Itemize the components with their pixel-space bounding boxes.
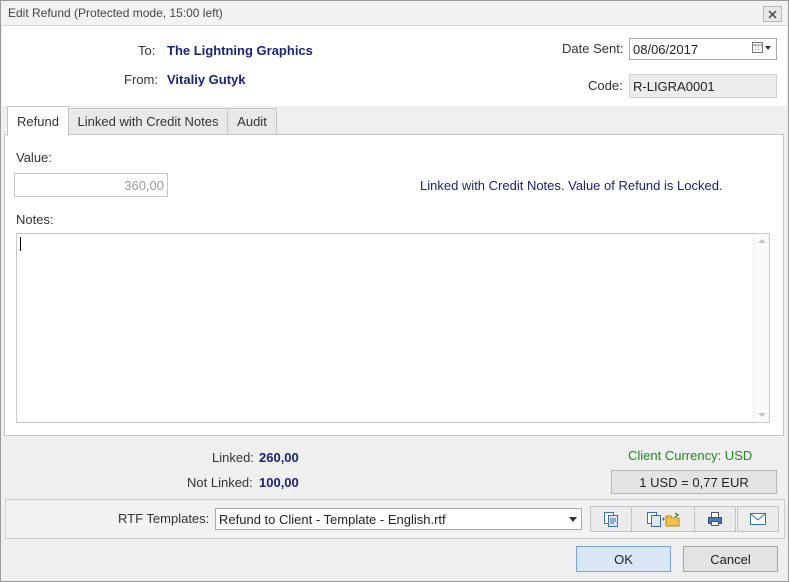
notes-scrollbar[interactable]	[753, 234, 769, 422]
printer-icon	[708, 512, 722, 526]
code-field: R-LIGRA0001	[629, 74, 777, 98]
not-linked-label: Not Linked:	[187, 475, 253, 490]
rtf-template-select[interactable]: Refund to Client - Template - English.rt…	[215, 508, 582, 530]
tab-refund[interactable]: Refund	[7, 106, 69, 136]
title-bar[interactable]: Edit Refund (Protected mode, 15:00 left)	[1, 1, 788, 26]
window-title: Edit Refund (Protected mode, 15:00 left)	[8, 6, 223, 20]
copy-document-icon	[604, 512, 618, 527]
to-value: The Lightning Graphics	[167, 43, 313, 58]
tab-audit[interactable]: Audit	[227, 108, 277, 134]
header-area: To: The Lightning Graphics From: Vitaliy…	[2, 26, 787, 106]
rtf-templates-label: RTF Templates:	[118, 511, 210, 526]
close-icon	[768, 9, 777, 19]
calendar-dropdown-icon[interactable]	[752, 42, 772, 57]
scroll-up-icon[interactable]	[758, 239, 766, 243]
rtf-template-value: Refund to Client - Template - English.rt…	[219, 512, 446, 527]
email-button[interactable]	[737, 506, 779, 532]
refund-tab-panel: Value: 360,00 Linked with Credit Notes. …	[4, 134, 784, 436]
notes-label: Notes:	[16, 212, 54, 227]
value-text: 360,00	[124, 178, 164, 193]
date-sent-label: Date Sent:	[562, 41, 624, 56]
chevron-down-icon	[569, 517, 577, 522]
from-label: From:	[124, 72, 158, 87]
not-linked-value: 100,00	[259, 475, 299, 490]
date-sent-value: 08/06/2017	[633, 42, 699, 57]
exchange-rate-button[interactable]: 1 USD = 0,77 EUR	[611, 470, 777, 494]
copy-document-button[interactable]	[590, 506, 632, 532]
cancel-button[interactable]: Cancel	[683, 546, 778, 572]
text-caret	[20, 237, 21, 251]
code-label: Code:	[588, 78, 623, 93]
value-label: Value:	[16, 150, 52, 165]
code-value: R-LIGRA0001	[633, 79, 715, 94]
linked-label: Linked:	[212, 450, 254, 465]
print-button[interactable]	[694, 506, 736, 532]
totals-area: Linked: 260,00 Not Linked: 100,00 Client…	[1, 436, 788, 498]
to-label: To:	[138, 43, 156, 58]
from-value: Vitaliy Gutyk	[167, 72, 246, 87]
tab-linked-credit-notes[interactable]: Linked with Credit Notes	[68, 108, 228, 134]
linked-value: 260,00	[259, 450, 299, 465]
notes-textarea[interactable]	[16, 233, 770, 423]
open-folder-icon	[647, 512, 680, 527]
date-sent-picker[interactable]: 08/06/2017	[629, 38, 777, 60]
envelope-icon	[750, 513, 766, 525]
edit-refund-window: Edit Refund (Protected mode, 15:00 left)…	[0, 0, 789, 582]
locked-message: Linked with Credit Notes. Value of Refun…	[420, 178, 723, 193]
close-button[interactable]	[763, 6, 782, 22]
client-currency: Client Currency: USD	[628, 448, 753, 463]
value-input[interactable]: 360,00	[14, 173, 168, 197]
new-from-folder-button[interactable]	[631, 506, 695, 532]
ok-button[interactable]: OK	[576, 546, 671, 572]
scroll-down-icon[interactable]	[758, 413, 766, 417]
rtf-template-bar: RTF Templates: Refund to Client - Templa…	[5, 499, 785, 539]
